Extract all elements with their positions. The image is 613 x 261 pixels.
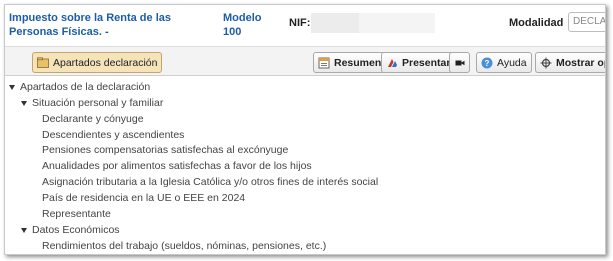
tree-group-label: Datos Económicos (32, 224, 120, 236)
resumen-button[interactable]: Resumen (313, 52, 387, 73)
modalidad-select[interactable]: DECLA (568, 12, 605, 32)
presentar-button[interactable]: Presentar (381, 52, 456, 73)
tree-item-label: Asignación tributaria a la Iglesia Catól… (42, 176, 379, 188)
ayuda-label: Ayuda (497, 56, 527, 69)
tree-item[interactable]: Pensiones compensatorias satisfechas al … (42, 142, 288, 158)
mostrar-label: Mostrar op (556, 56, 606, 69)
help-icon: ? (481, 57, 493, 69)
svg-text:?: ? (485, 59, 490, 68)
page-title: Impuesto sobre la Renta de las Personas … (9, 12, 171, 38)
nif-label: NIF: (289, 17, 311, 29)
model-number: 100 (223, 26, 242, 38)
tree-group-situacion[interactable]: Situación personal y familiar (21, 95, 163, 111)
tree-item[interactable]: Descendientes y ascendientes (42, 127, 184, 143)
tree-item[interactable]: Anualidades por alimentos satisfechas a … (42, 158, 312, 174)
tree-item-label: Anualidades por alimentos satisfechas a … (42, 160, 312, 172)
tree-group-datos-economicos[interactable]: Datos Económicos (21, 222, 120, 238)
resumen-label: Resumen (334, 56, 382, 69)
tree-item[interactable]: Asignación tributaria a la Iglesia Catól… (42, 174, 378, 190)
ayuda-button[interactable]: ? Ayuda (476, 52, 532, 73)
camera-icon (454, 57, 466, 69)
expand-triangle-icon[interactable] (21, 100, 27, 106)
apartados-label: Apartados declaración (53, 56, 158, 69)
summary-icon (318, 57, 330, 69)
mostrar-opciones-button[interactable]: Mostrar op (535, 52, 606, 73)
model-label: Modelo (223, 12, 262, 24)
app-window: Impuesto sobre la Renta de las Personas … (4, 4, 606, 255)
header: Impuesto sobre la Renta de las Personas … (5, 5, 605, 45)
tree-item[interactable]: Representante (42, 206, 111, 222)
tree-root-label: Apartados de la declaración (20, 81, 151, 93)
apartados-declaracion-button[interactable]: Apartados declaración (32, 52, 163, 73)
tree-item[interactable]: País de residencia en la UE o EEE en 202… (42, 190, 245, 206)
tree-item-label: País de residencia en la UE o EEE en 202… (42, 192, 246, 204)
options-icon (540, 57, 552, 69)
tree-root[interactable]: Apartados de la declaración (9, 79, 150, 95)
tree-item-label: Declarante y cónyuge (42, 113, 144, 125)
nif-redacted-value (311, 13, 435, 33)
modalidad-label: Modalidad (509, 17, 564, 29)
expand-triangle-icon[interactable] (9, 84, 15, 90)
expand-triangle-icon[interactable] (21, 227, 27, 233)
tree-item[interactable]: Rendimientos del trabajo (sueldos, nómin… (42, 238, 326, 254)
folder-icon (37, 57, 49, 69)
tree-item[interactable]: Declarante y cónyuge (42, 111, 144, 127)
model-info: Modelo 100 (223, 11, 262, 39)
submit-icon (386, 57, 398, 69)
tree-group-label: Situación personal y familiar (32, 97, 164, 109)
tree-item-label: Rendimientos del trabajo (sueldos, nómin… (42, 240, 327, 252)
presentar-label: Presentar (402, 56, 451, 69)
tree-item-label: Pensiones compensatorias satisfechas al … (42, 144, 289, 156)
toolbar: Apartados declaración Resumen Presentar … (5, 46, 605, 76)
tree-item-label: Descendientes y ascendientes (42, 129, 185, 141)
tree-item-label: Representante (42, 208, 111, 220)
camera-button[interactable] (449, 52, 470, 73)
